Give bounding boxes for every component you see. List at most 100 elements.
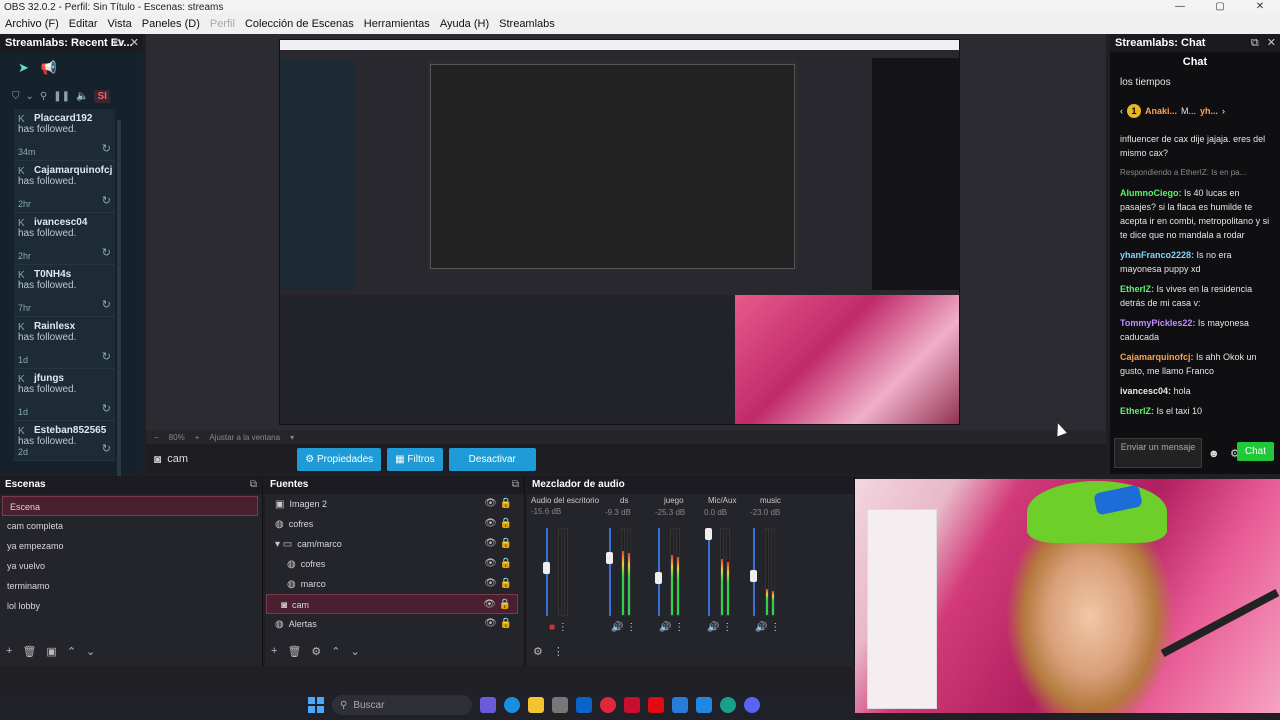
filter-icon[interactable]: ⚲ xyxy=(40,91,47,102)
close-icon[interactable]: ✕ xyxy=(130,34,139,52)
source-item[interactable]: ◍ cofres 👁 🔒 xyxy=(265,554,524,574)
netflix-icon[interactable] xyxy=(648,697,664,713)
scene-item[interactable]: lol lobby xyxy=(0,596,262,616)
preview-area[interactable] xyxy=(146,34,1106,430)
scene-item[interactable]: Escena xyxy=(2,496,258,516)
app-icon[interactable] xyxy=(696,697,712,713)
scene-item[interactable]: terminamo xyxy=(0,576,262,596)
source-item[interactable]: ◙ cam 👁 🔒 xyxy=(266,594,518,614)
filter-icon[interactable]: ▣ xyxy=(46,645,56,658)
send-icon[interactable]: ➤ xyxy=(18,60,29,76)
skip-badge[interactable]: SI xyxy=(94,90,110,103)
volume-fader[interactable] xyxy=(609,528,611,616)
chat-user[interactable]: Cajamarquinofcj: xyxy=(1120,352,1194,362)
visibility-lock-icons[interactable]: 👁 🔒 xyxy=(484,534,512,554)
float-icon[interactable]: ⧉ xyxy=(1251,34,1259,52)
mute-icon[interactable]: ■ ⋮ xyxy=(549,622,568,633)
megaphone-icon[interactable]: 📢 xyxy=(41,60,57,76)
deactivate-button[interactable]: Desactivar xyxy=(448,447,536,471)
filters-button[interactable]: ▦ Filtros xyxy=(387,447,443,471)
zoom-out-icon[interactable]: − xyxy=(154,433,159,442)
volume-fader[interactable] xyxy=(708,528,710,616)
menu-streamlabs[interactable]: Streamlabs xyxy=(494,18,560,30)
chevron-right-icon[interactable]: › xyxy=(1222,104,1225,118)
chat-user[interactable]: yhanFranco2228: xyxy=(1120,250,1194,260)
events-scrollbar[interactable] xyxy=(117,120,121,500)
repeat-icon[interactable]: ↻ xyxy=(102,246,111,259)
add-icon[interactable]: + xyxy=(271,645,277,658)
store-icon[interactable] xyxy=(552,697,568,713)
chat-input[interactable]: Enviar un mensaje xyxy=(1114,438,1202,468)
repeat-icon[interactable]: ↻ xyxy=(102,402,111,415)
chevron-down-icon[interactable]: ⌄ xyxy=(26,91,34,102)
fader-knob[interactable] xyxy=(655,572,662,584)
menu-file[interactable]: Archivo (F) xyxy=(0,18,64,30)
edge-icon[interactable] xyxy=(504,697,520,713)
chat-user[interactable]: TommyPickles22: xyxy=(1120,318,1195,328)
chevron-up-icon[interactable]: ⌃ xyxy=(331,645,340,658)
shield-icon[interactable]: ⛉ xyxy=(12,91,20,102)
gear-icon[interactable]: ⚙ xyxy=(311,645,321,658)
chat-send-button[interactable]: Chat xyxy=(1236,442,1274,461)
speaker-icon[interactable]: 🔊 ⋮ xyxy=(755,622,780,633)
fader-knob[interactable] xyxy=(705,528,712,540)
chevron-down-icon[interactable]: ⌄ xyxy=(351,645,360,658)
app-icon[interactable] xyxy=(624,697,640,713)
fader-knob[interactable] xyxy=(543,562,550,574)
speaker-icon[interactable]: 🔊 ⋮ xyxy=(707,622,732,633)
menu-profile[interactable]: Perfil xyxy=(205,18,240,30)
repeat-icon[interactable]: ↻ xyxy=(102,298,111,311)
scene-item[interactable]: cam completa xyxy=(0,516,262,536)
outlook-icon[interactable] xyxy=(576,697,592,713)
app-icon[interactable] xyxy=(672,697,688,713)
visibility-lock-icons[interactable]: 👁 🔒 xyxy=(483,595,511,615)
fader-knob[interactable] xyxy=(606,552,613,564)
file-explorer-icon[interactable] xyxy=(528,697,544,713)
more-icon[interactable]: ⋮ xyxy=(553,645,564,658)
source-item[interactable]: ▣ Imagen 2 👁 🔒 xyxy=(265,494,524,514)
visibility-lock-icons[interactable]: 👁 🔒 xyxy=(484,514,512,534)
minimize-button[interactable]: — xyxy=(1160,0,1200,14)
visibility-lock-icons[interactable]: 👁 🔒 xyxy=(484,614,512,634)
source-item[interactable]: ◍ cofres 👁 🔒 xyxy=(265,514,524,534)
speaker-icon[interactable]: 🔊 ⋮ xyxy=(611,622,636,633)
maximize-button[interactable]: ▢ xyxy=(1200,0,1240,14)
fader-knob[interactable] xyxy=(750,570,757,582)
chat-user[interactable]: ivancesc04: xyxy=(1120,386,1171,396)
float-icon[interactable]: ⧉ xyxy=(512,476,519,494)
opera-icon[interactable] xyxy=(600,697,616,713)
repeat-icon[interactable]: ↻ xyxy=(102,142,111,155)
float-icon[interactable]: ⧉ xyxy=(250,476,257,494)
menu-tools[interactable]: Herramientas xyxy=(359,18,435,30)
preview-canvas[interactable] xyxy=(279,39,960,425)
zoom-in-icon[interactable]: + xyxy=(195,433,200,442)
windows-start-icon[interactable] xyxy=(308,697,324,713)
emoji-icon[interactable]: ☻ xyxy=(1208,448,1220,460)
copilot-icon[interactable] xyxy=(480,697,496,713)
trash-icon[interactable]: 🗑 xyxy=(22,645,36,658)
taskbar-search[interactable]: ⚲ Buscar xyxy=(332,695,472,715)
trash-icon[interactable]: 🗑 xyxy=(287,645,301,658)
speaker-icon[interactable]: 🔊 ⋮ xyxy=(659,622,684,633)
repeat-icon[interactable]: ↻ xyxy=(102,194,111,207)
float-icon[interactable]: ⧉ xyxy=(114,34,122,52)
chevron-down-icon[interactable]: ⌄ xyxy=(86,645,95,658)
visibility-lock-icons[interactable]: 👁 🔒 xyxy=(484,494,512,514)
scene-item[interactable]: ya empezamo xyxy=(0,536,262,556)
menu-help[interactable]: Ayuda (H) xyxy=(435,18,494,30)
chevron-down-icon[interactable]: ▾ xyxy=(290,433,294,442)
close-icon[interactable]: ✕ xyxy=(1267,34,1276,52)
add-icon[interactable]: + xyxy=(6,645,12,658)
menu-view[interactable]: Vista xyxy=(103,18,137,30)
properties-button[interactable]: ⚙ Propiedades xyxy=(297,447,382,471)
visibility-lock-icons[interactable]: 👁 🔒 xyxy=(484,554,512,574)
repeat-icon[interactable]: ↻ xyxy=(102,442,111,455)
source-item[interactable]: ▾ ▭ cam/marco 👁 🔒 xyxy=(265,534,524,554)
close-button[interactable]: ✕ xyxy=(1240,0,1280,14)
menu-docks[interactable]: Paneles (D) xyxy=(137,18,205,30)
scene-item[interactable]: ya vuelvo xyxy=(0,556,262,576)
chevron-left-icon[interactable]: ‹ xyxy=(1120,104,1123,118)
chat-user[interactable]: EtherIZ: xyxy=(1120,284,1154,294)
chevron-up-icon[interactable]: ⌃ xyxy=(67,645,76,658)
volume-icon[interactable]: 🔈 xyxy=(76,91,88,102)
